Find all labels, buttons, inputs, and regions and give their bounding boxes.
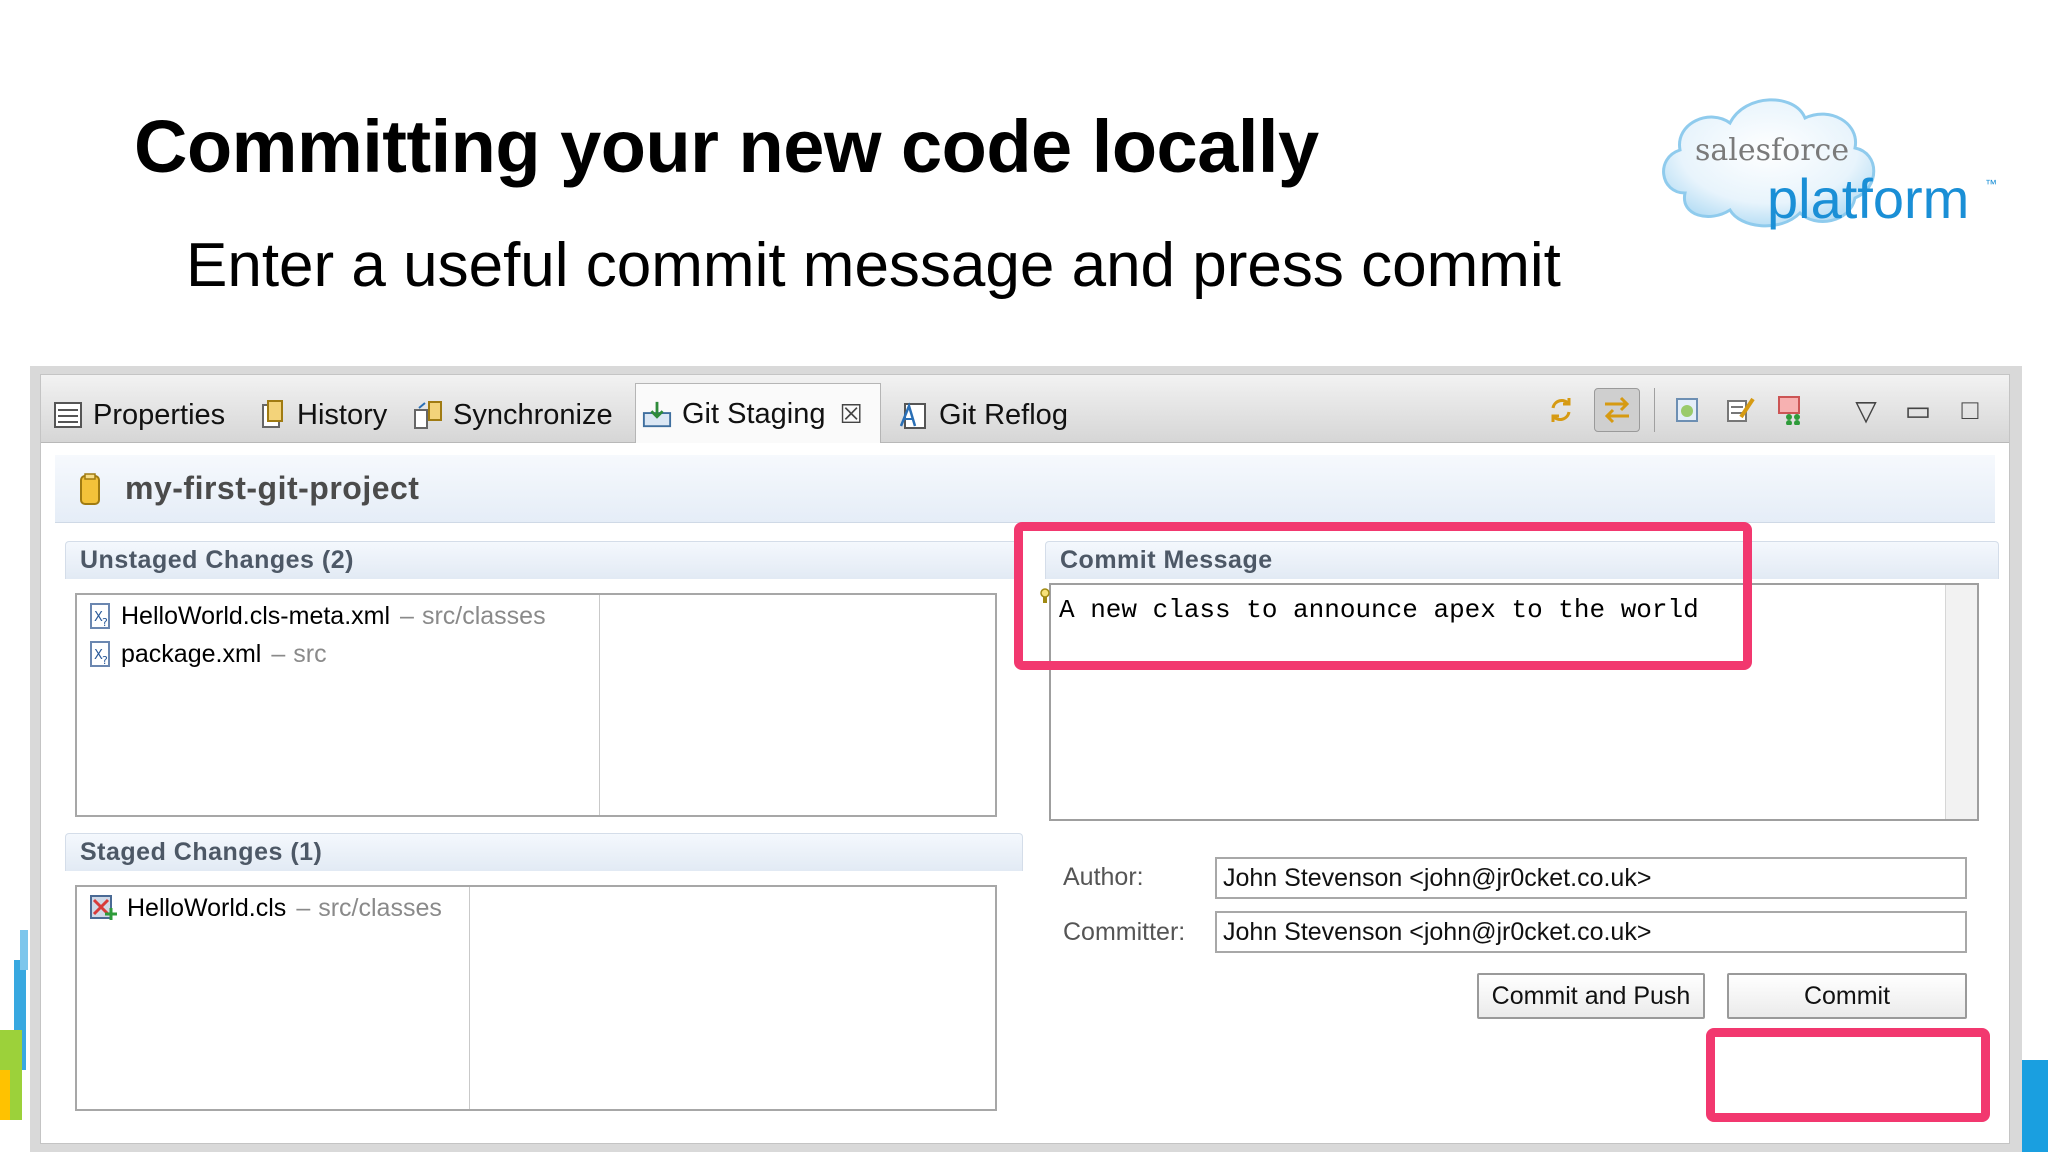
staging-content: my-first-git-project Unstaged Changes (2… xyxy=(41,443,2009,1143)
path-separator: – xyxy=(400,601,414,630)
repository-header: my-first-git-project xyxy=(55,455,1995,523)
author-label: Author: xyxy=(1063,863,1144,891)
svg-text:salesforce: salesforce xyxy=(1695,133,1849,168)
file-name: HelloWorld.cls-meta.xml xyxy=(121,601,391,630)
staged-changes-header: Staged Changes (1) xyxy=(65,833,1023,871)
xml-file-icon: X? xyxy=(90,603,110,629)
committer-label: Committer: xyxy=(1063,918,1186,946)
commit-message-section: Commit Message xyxy=(1045,541,1999,581)
list-item[interactable]: X? package.xml – src xyxy=(89,637,327,671)
eclipse-window: Properties History Synchronize Git Stagi… xyxy=(30,366,2022,1152)
content-assist-lightbulb-icon xyxy=(1040,588,1050,603)
git-reflog-icon xyxy=(899,400,929,430)
file-path: src/classes xyxy=(421,601,546,630)
toolbar-separator xyxy=(1654,388,1655,432)
sign-off-icon[interactable] xyxy=(1773,391,1811,429)
compare-mode-icon[interactable] xyxy=(1669,391,1707,429)
commit-message-input[interactable]: A new class to announce apex to the worl… xyxy=(1040,583,1979,821)
file-name: package.xml xyxy=(121,639,262,668)
tab-label: Properties xyxy=(93,398,226,431)
commit-amend-icon[interactable] xyxy=(1721,391,1759,429)
svg-text:™: ™ xyxy=(1985,177,1997,191)
unstaged-changes-header: Unstaged Changes (2) xyxy=(65,541,1023,579)
git-staging-icon xyxy=(642,399,672,429)
svg-text:?: ? xyxy=(102,654,108,667)
svg-text:platform: platform xyxy=(1767,167,1969,230)
unstaged-files-list[interactable]: X? HelloWorld.cls-meta.xml – src/classes… xyxy=(75,593,997,817)
link-with-selection-icon[interactable] xyxy=(1594,388,1640,432)
path-separator: – xyxy=(296,893,311,922)
synchronize-icon xyxy=(413,400,443,430)
unstaged-changes-section: Unstaged Changes (2) X? HelloWorld.cls-m… xyxy=(65,541,1023,831)
author-field[interactable]: John Stevenson <john@jr0cket.co.uk> xyxy=(1215,857,1967,899)
view-tab-bar: Properties History Synchronize Git Stagi… xyxy=(41,375,2009,444)
path-separator: – xyxy=(271,639,286,668)
column-divider xyxy=(599,595,600,815)
tab-synchronize[interactable]: Synchronize xyxy=(413,387,613,443)
repository-icon xyxy=(80,472,100,505)
tab-properties[interactable]: Properties xyxy=(53,387,225,443)
view-menu-icon[interactable]: ▽ xyxy=(1847,391,1885,429)
xml-file-icon: X? xyxy=(90,641,110,667)
staged-changes-section: Staged Changes (1) HelloWorld.cls – src/… xyxy=(65,833,1023,1133)
staged-files-list[interactable]: HelloWorld.cls – src/classes xyxy=(75,885,997,1111)
tab-label: Synchronize xyxy=(453,398,613,431)
salesforce-platform-logo: salesforce platform ™ xyxy=(1662,98,1997,230)
refresh-icon[interactable] xyxy=(1542,391,1580,429)
minimize-icon[interactable]: ▭ xyxy=(1899,391,1937,429)
tab-label: History xyxy=(297,398,388,431)
column-divider xyxy=(469,887,470,1109)
vertical-scrollbar[interactable] xyxy=(1945,585,1977,819)
properties-icon xyxy=(53,400,83,430)
history-icon xyxy=(257,400,287,430)
commit-message-text: A new class to announce apex to the worl… xyxy=(1059,595,1699,625)
file-name: HelloWorld.cls xyxy=(127,893,287,922)
view-toolbar: ▽ ▭ □ xyxy=(1542,385,1989,435)
tab-git-staging[interactable]: Git Staging ☒ xyxy=(635,383,881,444)
close-icon[interactable]: ☒ xyxy=(839,399,862,430)
apex-class-added-icon xyxy=(90,895,117,920)
list-item[interactable]: HelloWorld.cls – src/classes xyxy=(89,891,442,925)
committer-field[interactable]: John Stevenson <john@jr0cket.co.uk> xyxy=(1215,911,1967,953)
commit-and-push-button[interactable]: Commit and Push xyxy=(1477,973,1705,1019)
svg-text:?: ? xyxy=(102,616,108,629)
commit-button[interactable]: Commit xyxy=(1727,973,1967,1019)
commit-message-header: Commit Message xyxy=(1045,541,1999,579)
tab-label: Git Reflog xyxy=(939,398,1068,431)
file-path: src xyxy=(293,639,327,668)
decorative-shape-right xyxy=(2022,1060,2048,1152)
tab-label: Git Staging xyxy=(682,397,826,430)
slide-title: Committing your new code locally xyxy=(134,105,1319,188)
tab-history[interactable]: History xyxy=(257,387,387,443)
file-path: src/classes xyxy=(318,893,442,922)
list-item[interactable]: X? HelloWorld.cls-meta.xml – src/classes xyxy=(89,599,546,633)
maximize-icon[interactable]: □ xyxy=(1951,391,1989,429)
git-staging-view: Properties History Synchronize Git Stagi… xyxy=(40,374,2010,1144)
repository-name: my-first-git-project xyxy=(125,470,420,506)
slide-subtitle: Enter a useful commit message and press … xyxy=(186,231,1561,300)
tab-git-reflog[interactable]: Git Reflog xyxy=(899,387,1068,443)
